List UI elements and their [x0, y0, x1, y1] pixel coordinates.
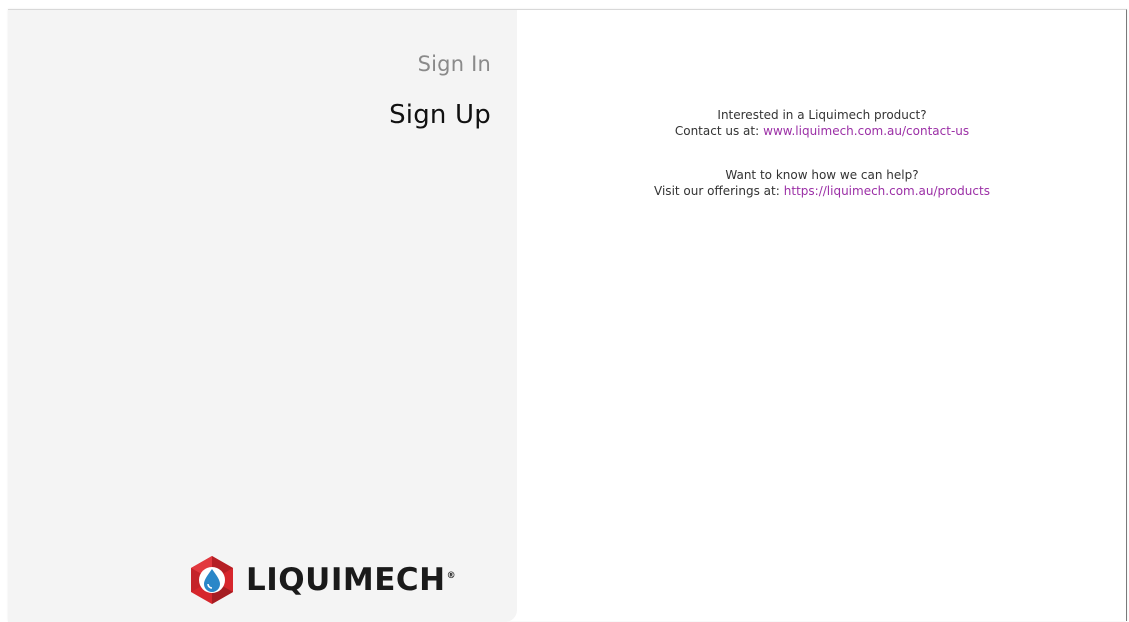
auth-window: Sign In Sign Up LIQUIMECH® Interested in…	[8, 9, 1127, 622]
liquimech-logo: LIQUIMECH®	[186, 554, 496, 606]
contact-prefix: Contact us at:	[674, 124, 760, 138]
auth-sidebar: Sign In Sign Up LIQUIMECH®	[8, 10, 517, 622]
help-info: Want to know how we can help? Visit our …	[517, 167, 1127, 199]
help-question: Want to know how we can help?	[725, 168, 919, 182]
products-link[interactable]: https://liquimech.com.au/products	[784, 184, 990, 198]
liquimech-hexagon-drop-icon	[191, 556, 233, 604]
registered-mark: ®	[446, 571, 457, 582]
help-prefix: Visit our offerings at:	[654, 184, 780, 198]
info-panel: Interested in a Liquimech product? Conta…	[517, 10, 1126, 622]
sign-up-tab[interactable]: Sign Up	[389, 100, 491, 130]
brand-wordmark: LIQUIMECH®	[246, 561, 457, 598]
contact-line: Contact us at: www.liquimech.com.au/conta…	[517, 123, 1127, 139]
brand-name: LIQUIMECH	[246, 561, 446, 598]
contact-us-link[interactable]: www.liquimech.com.au/contact-us	[763, 124, 969, 138]
contact-info: Interested in a Liquimech product? Conta…	[517, 107, 1127, 139]
help-line: Visit our offerings at: https://liquimech…	[517, 183, 1127, 199]
contact-question: Interested in a Liquimech product?	[717, 108, 927, 122]
sign-in-tab[interactable]: Sign In	[418, 52, 491, 76]
